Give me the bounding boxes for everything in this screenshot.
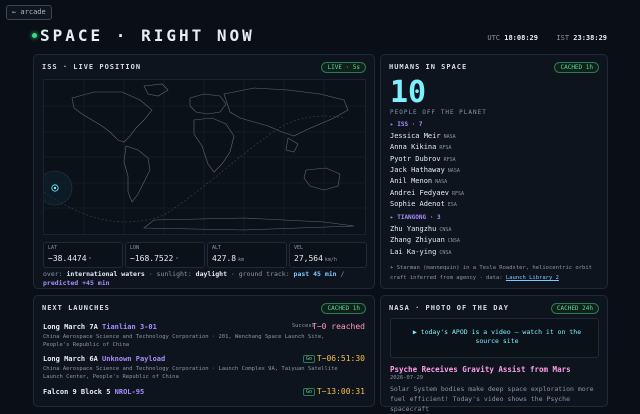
crew-member: Zhang Zhiyuan CNSA: [390, 236, 460, 244]
crew-member: Lai Ka-ying CNSA: [390, 248, 452, 256]
apod-video-link[interactable]: ▶ today's APOD is a video — watch it on …: [390, 318, 599, 358]
cached-badge: CACHED 24h: [550, 303, 599, 314]
crew-member: Andrei Fedyaev RFSA: [390, 189, 465, 197]
crew-member: Jessica Meir NASA: [390, 132, 456, 140]
stat-vel: VEL 27,564 km/h: [289, 242, 367, 268]
apod-title: Psyche Receives Gravity Assist from Mars: [390, 365, 571, 374]
launch-status-badge: Go: [302, 388, 315, 396]
cached-badge: CACHED 1h: [554, 62, 599, 73]
launch-status-badge: Go: [302, 355, 315, 363]
launch-library-link[interactable]: Launch Library 2: [506, 275, 559, 281]
iss-status-line: over: international waters · sunlight: d…: [43, 270, 345, 287]
stat-alt: ALT 427.8 km: [207, 242, 287, 268]
humans-footnote: + Starman (mannequin) in a Tesla Roadste…: [390, 265, 592, 281]
launch-countdown: T−06:51:30: [316, 354, 365, 363]
stat-lat: LAT −38.4474 °: [43, 242, 123, 268]
apod-description: Solar System bodies make deep space expl…: [390, 385, 594, 413]
launch-countdown: T−0 reached: [312, 322, 365, 331]
iss-stats: LAT −38.4474 ° LON −168.7522 ° ALT 427.8 km…: [43, 242, 367, 268]
live-badge: LIVE · 5s: [321, 62, 366, 73]
people-count: 10: [390, 75, 427, 110]
launch-countdown: T−13:00:31: [316, 387, 365, 396]
iss-card-title: ISS · LIVE POSITION: [42, 63, 142, 71]
back-to-arcade-button[interactable]: ← arcade: [6, 5, 52, 20]
crew-member: Anil Menon NASA: [390, 177, 448, 185]
apod-date: 2026-07-29: [390, 375, 424, 381]
apod-video-message: ▶ today's APOD is a video — watch it on …: [412, 328, 582, 345]
crew-member: Jack Hathaway NASA: [390, 166, 460, 174]
world-map[interactable]: [37, 79, 366, 235]
crew-member: Pyotr Dubrov RFSA: [390, 155, 456, 163]
utc-time: 18:08:29: [504, 34, 538, 42]
launch-item[interactable]: Falcon 9 Block 5 NROL-95 Go T−13:00:31: [43, 387, 365, 396]
humans-in-space-card: HUMANS IN SPACE CACHED 1h 10 PEOPLE OFF …: [380, 54, 608, 289]
cached-badge: CACHED 1h: [321, 303, 366, 314]
crew-member: Zhu Yangzhu CNSA: [390, 225, 452, 233]
page-title: SPACE · RIGHT NOW: [40, 26, 255, 45]
launch-item[interactable]: Long March 7A Tianlian 3-01 Success T−0 …: [43, 322, 365, 349]
crew-member: Anna Kikina RFSA: [390, 143, 452, 151]
people-count-label: PEOPLE OFF THE PLANET: [390, 109, 487, 116]
group-heading-tiangong: ▸ TIANGONG · 3: [390, 214, 441, 221]
ist-time: 23:38:29: [573, 34, 607, 42]
humans-card-title: HUMANS IN SPACE: [389, 63, 468, 71]
crew-member: Sophie Adenot ESA: [390, 200, 457, 208]
iss-position-card: ISS · LIVE POSITION LIVE · 5s LAT −38.44…: [33, 54, 375, 289]
ist-label: IST: [556, 34, 570, 42]
clocks: UTC 18:08:29 IST 23:38:29: [487, 34, 607, 42]
launches-card-title: NEXT LAUNCHES: [42, 304, 110, 312]
apod-card: NASA · PHOTO OF THE DAY CACHED 24h ▶ tod…: [380, 295, 608, 413]
stat-lon: LON −168.7522 °: [125, 242, 205, 268]
apod-card-title: NASA · PHOTO OF THE DAY: [389, 304, 509, 312]
launch-item[interactable]: Long March 6A Unknown Payload Go T−06:51…: [43, 354, 365, 381]
group-heading-iss: ▸ ISS · 7: [390, 121, 423, 128]
next-launches-card: NEXT LAUNCHES CACHED 1h Long March 7A Ti…: [33, 295, 375, 407]
utc-label: UTC: [487, 34, 501, 42]
world-map-graphic: [37, 80, 365, 234]
